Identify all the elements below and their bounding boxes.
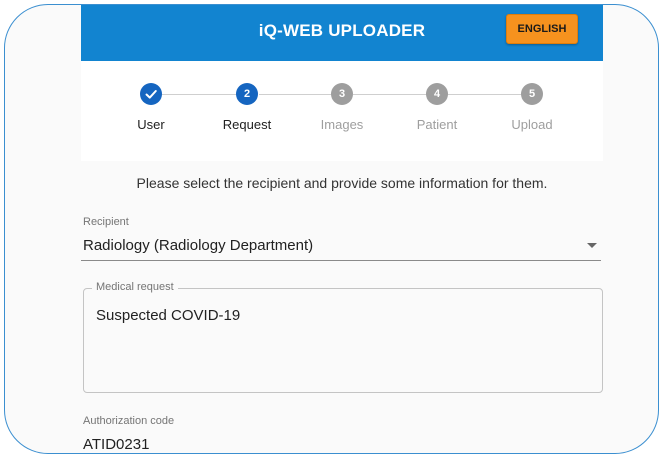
step-number: 5 <box>521 83 543 105</box>
step-images[interactable]: 3 Images <box>297 83 387 132</box>
step-number: 4 <box>426 83 448 105</box>
check-icon <box>140 83 162 105</box>
uploader-app: iQ-WEB UPLOADER ENGLISH User 2 Request 3… <box>81 5 603 453</box>
instructions-text: Please select the recipient and provide … <box>136 175 548 191</box>
recipient-select[interactable]: Radiology (Radiology Department) <box>83 237 313 254</box>
medical-request-textarea[interactable]: Medical request Suspected COVID-19 <box>83 281 603 393</box>
step-upload[interactable]: 5 Upload <box>487 83 577 132</box>
authorization-code-label: Authorization code <box>83 415 175 427</box>
recipient-label: Recipient <box>83 216 129 228</box>
step-patient[interactable]: 4 Patient <box>392 83 482 132</box>
step-label: Patient <box>416 117 458 132</box>
step-label: Upload <box>511 117 553 132</box>
app-header: iQ-WEB UPLOADER ENGLISH <box>81 5 603 61</box>
step-request[interactable]: 2 Request <box>202 83 292 132</box>
step-label: Images <box>320 117 364 132</box>
medical-request-label: Medical request <box>92 281 178 293</box>
screenshot-frame: iQ-WEB UPLOADER ENGLISH User 2 Request 3… <box>4 4 659 454</box>
stepper: User 2 Request 3 Images 4 Patient 5 Uplo… <box>81 61 603 161</box>
step-number: 2 <box>236 83 258 105</box>
step-label: User <box>137 117 165 132</box>
recipient-underline <box>81 260 601 261</box>
medical-request-value: Suspected COVID-19 <box>96 307 241 324</box>
authorization-code-input[interactable]: ATID0231 <box>83 436 149 453</box>
language-button[interactable]: ENGLISH <box>506 14 578 44</box>
dropdown-arrow-icon[interactable] <box>587 243 597 248</box>
step-label: Request <box>222 117 272 132</box>
step-number: 3 <box>331 83 353 105</box>
step-user[interactable]: User <box>106 83 196 132</box>
